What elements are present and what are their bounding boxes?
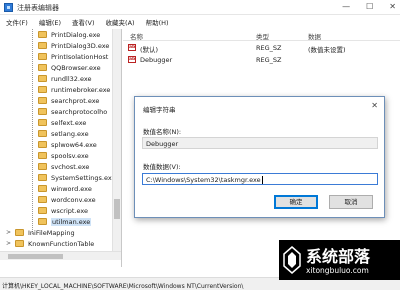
- tree-item[interactable]: searchprotocolho: [38, 107, 107, 116]
- folder-icon: [38, 86, 47, 93]
- maximize-button[interactable]: ☐: [366, 2, 373, 11]
- window-title: 注册表编辑器: [17, 4, 59, 12]
- chevron-right-icon[interactable]: >: [6, 240, 12, 247]
- string-value-icon: ab: [128, 44, 136, 51]
- tree-item[interactable]: QQBrowser.exe: [38, 63, 101, 72]
- column-data-header[interactable]: 数据: [308, 31, 321, 41]
- folder-icon: [38, 196, 47, 203]
- folder-icon: [38, 64, 47, 71]
- folder-icon: [38, 75, 47, 82]
- tree-horizontal-scroll-thumb[interactable]: [8, 254, 63, 259]
- menu-file[interactable]: 文件(F): [6, 17, 28, 27]
- tree-horizontal-scrollbar[interactable]: [0, 251, 121, 260]
- tree-item[interactable]: setlang.exe: [38, 129, 89, 138]
- tree-item[interactable]: SystemSettings.ex: [38, 173, 112, 182]
- tree-vertical-scrollbar[interactable]: [112, 29, 121, 251]
- tree-item[interactable]: PrintDialog.exe: [38, 30, 100, 39]
- value-data-label: 数值数据(V):: [143, 163, 181, 171]
- list-row[interactable]: ab Debugger REG_SZ: [123, 55, 400, 65]
- value-data: (数值未设置): [308, 46, 346, 54]
- window-controls: — ☐ ✕: [342, 2, 396, 11]
- chevron-right-icon[interactable]: >: [6, 229, 12, 236]
- value-data-text: C:\Windows\System32\taskmgr.exe: [146, 176, 261, 184]
- menu-favorites[interactable]: 收藏夹(A): [106, 17, 135, 27]
- registry-tree[interactable]: PrintDialog.exe PrintDialog3D.exe PrintI…: [0, 29, 122, 267]
- watermark-url: xitongbuluo.com: [306, 266, 369, 275]
- value-name-field: Debugger: [142, 137, 378, 149]
- tree-item[interactable]: runtimebroker.exe: [38, 85, 110, 94]
- value-type: REG_SZ: [256, 44, 282, 52]
- tree-item[interactable]: splwow64.exe: [38, 140, 97, 149]
- tree-item-collapsed[interactable]: > IniFileMapping: [6, 228, 75, 237]
- tree-item[interactable]: selfext.exe: [38, 118, 86, 127]
- folder-icon: [38, 119, 47, 126]
- folder-icon: [38, 207, 47, 214]
- tree-item[interactable]: wordconv.exe: [38, 195, 96, 204]
- minimize-button[interactable]: —: [342, 2, 350, 11]
- menu-bar: 文件(F) 编辑(E) 查看(V) 收藏夹(A) 帮助(H): [0, 15, 400, 29]
- ok-button[interactable]: 确定: [274, 195, 318, 209]
- close-button[interactable]: ✕: [389, 2, 396, 11]
- registry-path: 计算机\HKEY_LOCAL_MACHINE\SOFTWARE\Microsof…: [2, 283, 244, 290]
- dialog-title: 编辑字符串: [143, 106, 176, 114]
- column-name-header[interactable]: 名称: [130, 31, 143, 41]
- value-type: REG_SZ: [256, 56, 282, 64]
- text-cursor: [261, 176, 263, 184]
- column-type-header[interactable]: 类型: [256, 31, 269, 41]
- menu-help[interactable]: 帮助(H): [146, 17, 169, 27]
- tree-item[interactable]: wscript.exe: [38, 206, 88, 215]
- tree-item[interactable]: spoolsv.exe: [38, 151, 89, 160]
- folder-icon: [38, 174, 47, 181]
- watermark-title: 系统部落: [306, 247, 371, 266]
- folder-icon: [38, 152, 47, 159]
- folder-icon: [38, 130, 47, 137]
- folder-icon: [38, 218, 47, 225]
- folder-icon: [38, 185, 47, 192]
- tree-item[interactable]: rundll32.exe: [38, 74, 92, 83]
- folder-icon: [38, 141, 47, 148]
- string-value-icon: ab: [128, 56, 136, 63]
- list-row[interactable]: ab (默认) REG_SZ (数值未设置): [123, 43, 400, 54]
- value-data-input[interactable]: C:\Windows\System32\taskmgr.exe: [142, 173, 378, 185]
- tree-item[interactable]: searchprot.exe: [38, 96, 99, 105]
- tree-item[interactable]: winword.exe: [38, 184, 92, 193]
- value-name-label: 数值名称(N):: [143, 128, 182, 136]
- value-name: Debugger: [140, 56, 173, 64]
- dialog-close-button[interactable]: ✕: [371, 101, 378, 110]
- cancel-button[interactable]: 取消: [329, 195, 373, 209]
- tree-guide-line: [32, 29, 33, 234]
- menu-edit[interactable]: 编辑(E): [39, 17, 61, 27]
- title-bar: 注册表编辑器 — ☐ ✕: [0, 0, 400, 15]
- tree-item[interactable]: svchost.exe: [38, 162, 89, 171]
- folder-icon: [38, 42, 47, 49]
- folder-icon: [38, 97, 47, 104]
- list-header: 名称 类型 数据: [123, 29, 400, 41]
- menu-view[interactable]: 查看(V): [72, 17, 95, 27]
- tree-vertical-scroll-thumb[interactable]: [114, 199, 120, 219]
- folder-icon: [38, 108, 47, 115]
- folder-icon: [38, 53, 47, 60]
- folder-icon: [15, 240, 24, 247]
- watermark-logo-icon: [283, 246, 301, 274]
- tree-item-collapsed[interactable]: > KnownFunctionTable: [6, 239, 94, 248]
- edit-string-dialog: 编辑字符串 ✕ 数值名称(N): Debugger 数值数据(V): C:\Wi…: [134, 96, 385, 218]
- tree-item-selected[interactable]: utilman.exe: [38, 217, 92, 226]
- folder-icon: [15, 229, 24, 236]
- registry-editor-icon: [4, 3, 13, 12]
- folder-icon: [38, 163, 47, 170]
- folder-icon: [38, 31, 47, 38]
- tree-item[interactable]: PrintDialog3D.exe: [38, 41, 109, 50]
- watermark: 系统部落 xitongbuluo.com: [279, 240, 400, 280]
- tree-item[interactable]: PrintIsolationHost: [38, 52, 108, 61]
- value-name: (默认): [140, 46, 159, 54]
